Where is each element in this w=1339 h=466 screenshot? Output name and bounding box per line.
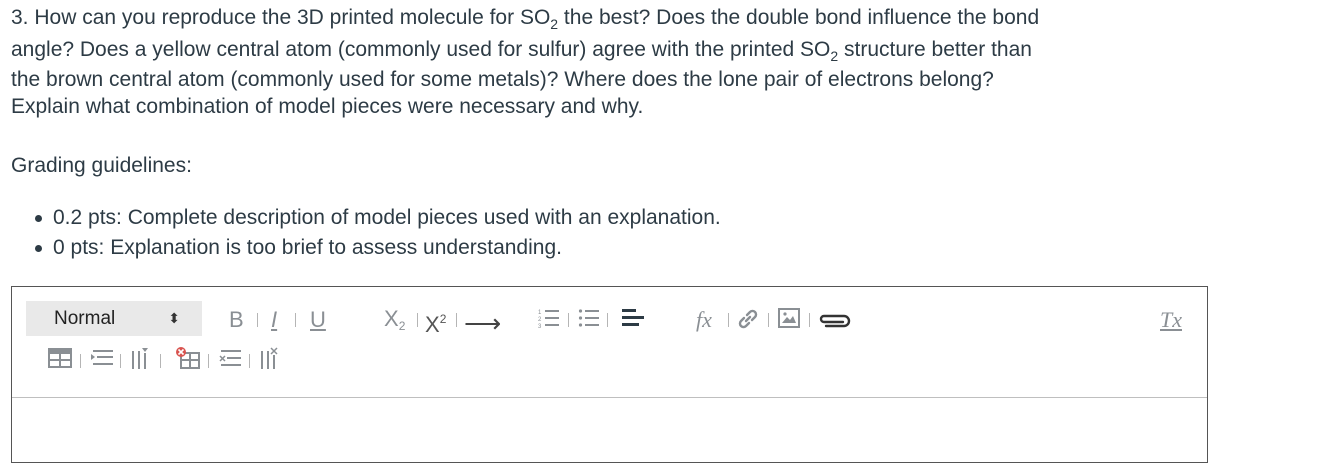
- editor-toolbar: Normal ⬍ B I U X2 X2 ⟶ 123 fx Tx: [12, 287, 1207, 397]
- image-icon[interactable]: [778, 308, 800, 328]
- underline-button[interactable]: U: [310, 307, 326, 333]
- subscript-button[interactable]: X2: [384, 306, 405, 339]
- question-line-4: Explain what combination of model pieces…: [11, 95, 644, 118]
- delete-column-icon[interactable]: [259, 347, 281, 369]
- grading-item: 0 pts: Explanation is too brief to asses…: [35, 233, 721, 263]
- format-select-value: Normal: [54, 308, 116, 329]
- svg-text:1: 1: [538, 310, 542, 316]
- svg-text:2: 2: [538, 317, 542, 323]
- format-select[interactable]: Normal ⬍: [26, 301, 202, 336]
- question-line-1: 3. How can you reproduce the 3D printed …: [11, 6, 1040, 32]
- ordered-list-icon[interactable]: 123: [538, 307, 560, 329]
- toolbar-separator: [249, 354, 250, 368]
- toolbar-separator: [160, 354, 161, 368]
- toolbar-separator: [295, 313, 296, 327]
- delete-table-icon[interactable]: [175, 346, 201, 370]
- toolbar-separator: [120, 354, 121, 368]
- clear-format-button[interactable]: Tx: [1160, 307, 1182, 333]
- superscript-button[interactable]: X2: [425, 306, 446, 338]
- bold-button[interactable]: B: [229, 307, 244, 333]
- align-left-icon[interactable]: [622, 307, 646, 329]
- insert-row-icon[interactable]: [91, 348, 115, 368]
- attachment-icon[interactable]: [818, 309, 852, 331]
- toolbar-separator: [208, 354, 209, 368]
- toolbar-separator: [568, 313, 569, 327]
- question-line-3: the brown central atom (commonly used fo…: [11, 68, 994, 91]
- arrow-insert-button[interactable]: ⟶: [464, 310, 501, 336]
- toolbar-separator: [417, 313, 418, 327]
- insert-column-icon[interactable]: [130, 347, 152, 369]
- table-icon[interactable]: [48, 348, 72, 368]
- italic-button[interactable]: I: [271, 307, 277, 333]
- delete-row-icon[interactable]: [219, 348, 243, 370]
- toolbar-separator: [456, 313, 457, 327]
- grading-item: 0.2 pts: Complete description of model p…: [35, 203, 721, 233]
- bullet-list-icon[interactable]: [578, 307, 600, 329]
- rich-text-editor: Normal ⬍ B I U X2 X2 ⟶ 123 fx Tx: [11, 286, 1208, 463]
- toolbar-separator: [257, 313, 258, 327]
- select-arrows-icon: ⬍: [168, 310, 180, 326]
- toolbar-separator: [80, 354, 81, 368]
- toolbar-separator: [607, 313, 608, 327]
- formula-button[interactable]: fx: [696, 307, 712, 333]
- question-line-2: angle? Does a yellow central atom (commo…: [11, 38, 1032, 64]
- toolbar-separator: [728, 313, 729, 327]
- grading-heading: Grading guidelines:: [11, 154, 192, 177]
- toolbar-separator: [768, 313, 769, 327]
- question-text: 3. How can you reproduce the 3D printed …: [11, 2, 1231, 120]
- link-icon[interactable]: [736, 307, 760, 331]
- editor-content-area[interactable]: [12, 398, 1207, 462]
- toolbar-separator: [809, 313, 810, 327]
- svg-text:3: 3: [538, 324, 542, 329]
- grading-list: 0.2 pts: Complete description of model p…: [35, 203, 721, 263]
